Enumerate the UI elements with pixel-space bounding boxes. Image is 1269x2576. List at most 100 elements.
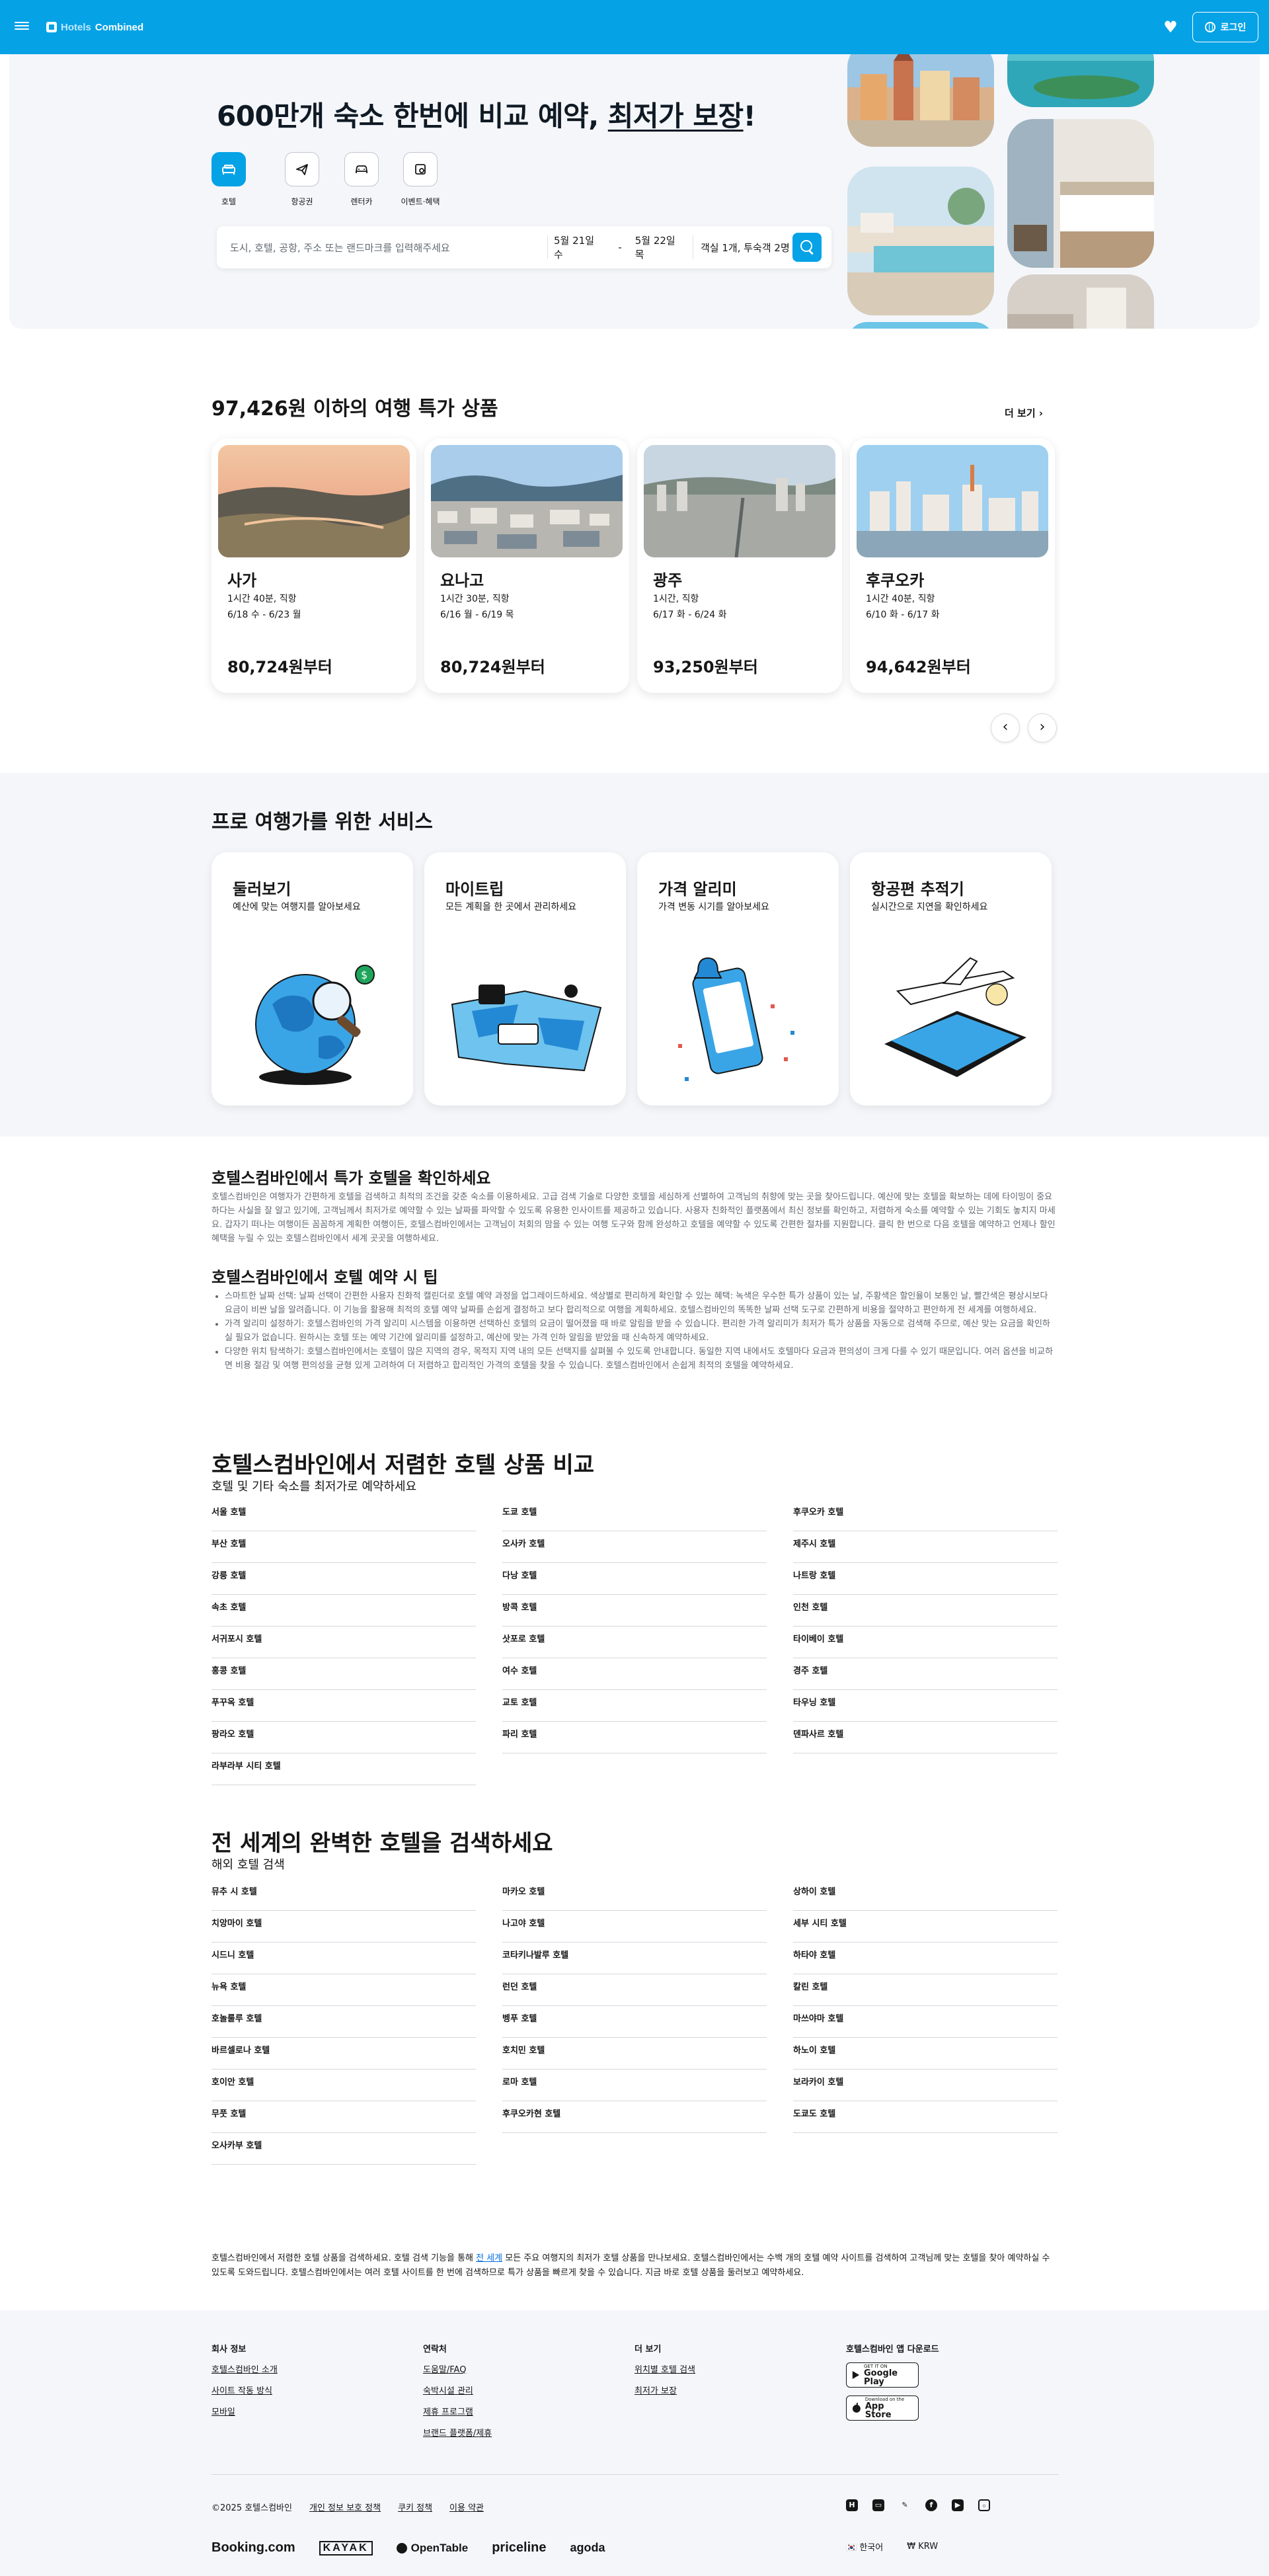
- hotel-link[interactable]: 마카오 호텔: [502, 1879, 767, 1911]
- footer-link[interactable]: 숙박시설 관리: [423, 2384, 492, 2396]
- hotel-link[interactable]: 타우닝 호텔: [793, 1690, 1058, 1722]
- footer-link[interactable]: 최저가 보장: [634, 2384, 695, 2396]
- opentable-logo[interactable]: OpenTable: [396, 2542, 468, 2555]
- footer-link[interactable]: 모바일: [212, 2405, 278, 2417]
- hotel-link[interactable]: 경주 호텔: [793, 1658, 1058, 1690]
- currency-selector[interactable]: ₩ KRW: [907, 2542, 938, 2552]
- hotel-link[interactable]: 타이베이 호텔: [793, 1627, 1058, 1658]
- hotel-link[interactable]: 벵푸 호텔: [502, 2006, 767, 2038]
- hotel-link[interactable]: 뮤추 시 호텔: [212, 1879, 476, 1911]
- hotel-link[interactable]: 제주시 호텔: [793, 1531, 1058, 1563]
- destination-input[interactable]: 도시, 호텔, 공항, 주소 또는 랜드마크를 입력해주세요: [230, 226, 541, 268]
- hotel-link[interactable]: 다낭 호텔: [502, 1563, 767, 1595]
- deal-card-gwangju[interactable]: 광주 1시간, 직항 6/17 화 - 6/24 화 93,250원부터: [637, 438, 842, 693]
- search-button[interactable]: [792, 233, 822, 262]
- date-range-field[interactable]: 5월 21일 수 - 5월 22일 목: [554, 226, 686, 268]
- heart-icon[interactable]: ♥: [1161, 18, 1180, 36]
- hotel-link[interactable]: 오사카부 호텔: [212, 2133, 476, 2165]
- tab-hotels[interactable]: 호텔: [202, 152, 255, 207]
- service-card-explore[interactable]: 둘러보기 예산에 맞는 여행지를 알아보세요 $: [212, 852, 413, 1106]
- hotel-link[interactable]: 로마 호텔: [502, 2070, 767, 2101]
- hotel-link[interactable]: 속초 호텔: [212, 1595, 476, 1627]
- hotel-link[interactable]: 런던 호텔: [502, 1974, 767, 2006]
- hotel-link[interactable]: 방콕 호텔: [502, 1595, 767, 1627]
- hotel-link[interactable]: 라부라부 시티 호텔: [212, 1753, 476, 1785]
- privacy-link[interactable]: 개인 정보 보호 정책: [309, 2501, 381, 2513]
- kayak-logo[interactable]: KAYAK: [319, 2540, 373, 2556]
- footer-link[interactable]: 호텔스컴바인 소개: [212, 2362, 278, 2375]
- footer-link[interactable]: 위치별 호텔 검색: [634, 2362, 695, 2375]
- hotel-link[interactable]: 오사카 호텔: [502, 1531, 767, 1563]
- hotel-link[interactable]: 바르셀로나 호텔: [212, 2038, 476, 2070]
- hotel-link[interactable]: 삿포로 호텔: [502, 1627, 767, 1658]
- tab-events[interactable]: 이벤트·혜택: [394, 152, 447, 207]
- hotel-link[interactable]: 치앙마이 호텔: [212, 1911, 476, 1943]
- hotel-link[interactable]: 강릉 호텔: [212, 1563, 476, 1595]
- hotel-link[interactable]: 후쿠오카현 호텔: [502, 2101, 767, 2133]
- tab-cars[interactable]: 렌터카: [335, 152, 388, 207]
- google-play-badge[interactable]: GET IT ON Google Play: [846, 2362, 919, 2388]
- hotel-link[interactable]: 마쓰야마 호텔: [793, 2006, 1058, 2038]
- youtube-icon[interactable]: ▶: [952, 2499, 964, 2511]
- hotel-link[interactable]: 호이안 호텔: [212, 2070, 476, 2101]
- hotel-link[interactable]: 상하이 호텔: [793, 1879, 1058, 1911]
- checkin-date[interactable]: 5월 21일 수: [554, 233, 605, 261]
- service-card-mytrip[interactable]: 마이트립 모든 계획을 한 곳에서 관리하세요: [424, 852, 626, 1106]
- checkout-date[interactable]: 5월 22일 목: [635, 233, 686, 261]
- hotel-link[interactable]: 호치민 호텔: [502, 2038, 767, 2070]
- hotel-link[interactable]: 서울 호텔: [212, 1500, 476, 1531]
- login-button[interactable]: 로그인: [1192, 12, 1258, 42]
- hotel-link[interactable]: 부산 호텔: [212, 1531, 476, 1563]
- hotel-link[interactable]: 하타야 호텔: [793, 1943, 1058, 1974]
- footer-link[interactable]: 제휴 프로그램: [423, 2405, 492, 2417]
- terms-link[interactable]: 이용 약관: [449, 2501, 484, 2513]
- hotel-link[interactable]: 나고야 호텔: [502, 1911, 767, 1943]
- hotel-link[interactable]: 파리 호텔: [502, 1722, 767, 1753]
- booking-logo[interactable]: Booking.com: [212, 2540, 295, 2556]
- hotel-link[interactable]: 인천 호텔: [793, 1595, 1058, 1627]
- hotel-link[interactable]: 칼린 호텔: [793, 1974, 1058, 2006]
- see-more-link[interactable]: 더 보기 ›: [1005, 406, 1043, 420]
- hotel-link[interactable]: 서귀포시 호텔: [212, 1627, 476, 1658]
- hotel-link[interactable]: 홍콩 호텔: [212, 1658, 476, 1690]
- hotel-link[interactable]: 도쿄도 호텔: [793, 2101, 1058, 2133]
- hotelscombined-social-icon[interactable]: H: [846, 2499, 858, 2511]
- hotel-link[interactable]: 나트랑 호텔: [793, 1563, 1058, 1595]
- agoda-logo[interactable]: agoda: [570, 2541, 605, 2555]
- hotel-link[interactable]: 푸꾸옥 호텔: [212, 1690, 476, 1722]
- hotel-link[interactable]: 시드니 호텔: [212, 1943, 476, 1974]
- service-card-flight-tracker[interactable]: 항공편 추적기 실시간으로 지연을 확인하세요: [850, 852, 1052, 1106]
- guests-field[interactable]: 객실 1개, 투숙객 2명: [701, 226, 800, 268]
- cookie-link[interactable]: 쿠키 정책: [398, 2501, 432, 2513]
- footer-link[interactable]: 사이트 작동 방식: [212, 2384, 278, 2396]
- chat-icon[interactable]: ▭: [872, 2499, 884, 2511]
- hotel-link[interactable]: 코타키나발루 호텔: [502, 1943, 767, 1974]
- deal-card-yonago[interactable]: 요나고 1시간 30분, 직항 6/16 월 - 6/19 목 80,724원부…: [424, 438, 629, 693]
- hotel-link[interactable]: 하노이 호텔: [793, 2038, 1058, 2070]
- priceline-logo[interactable]: priceline: [492, 2540, 546, 2556]
- deal-card-saga[interactable]: 사가 1시간 40분, 직항 6/18 수 - 6/23 월 80,724원부터: [212, 438, 416, 693]
- instagram-icon[interactable]: ◦: [978, 2499, 990, 2511]
- hotel-link[interactable]: 뉴욕 호텔: [212, 1974, 476, 2006]
- carousel-next-button[interactable]: ›: [1028, 713, 1057, 743]
- carousel-prev-button[interactable]: ‹: [991, 713, 1020, 743]
- hotel-link[interactable]: 후쿠오카 호텔: [793, 1500, 1058, 1531]
- hotel-link[interactable]: 무풋 호텔: [212, 2101, 476, 2133]
- hotel-link[interactable]: 교토 호텔: [502, 1690, 767, 1722]
- hotel-link[interactable]: 덴파사르 호텔: [793, 1722, 1058, 1753]
- app-store-badge[interactable]: Download on the App Store: [846, 2395, 919, 2421]
- service-card-price-alert[interactable]: 가격 알리미 가격 변동 시기를 알아보세요: [637, 852, 839, 1106]
- hotelscombined-logo[interactable]: Hotels Combined: [46, 19, 143, 36]
- deal-card-fukuoka[interactable]: 후쿠오카 1시간 40분, 직항 6/10 화 - 6/17 화 94,642원…: [850, 438, 1055, 693]
- hotel-link[interactable]: 보라카이 호텔: [793, 2070, 1058, 2101]
- facebook-icon[interactable]: f: [925, 2499, 937, 2511]
- hotel-link[interactable]: 여수 호텔: [502, 1658, 767, 1690]
- feather-icon[interactable]: ✎: [899, 2499, 911, 2511]
- hotel-link[interactable]: 도쿄 호텔: [502, 1500, 767, 1531]
- hamburger-menu-icon[interactable]: [15, 20, 29, 34]
- hotel-link[interactable]: 호놀룰루 호텔: [212, 2006, 476, 2038]
- country-selector[interactable]: 🇰🇷 한국어: [846, 2540, 883, 2553]
- hotel-link[interactable]: 세부 시티 호텔: [793, 1911, 1058, 1943]
- tab-flights[interactable]: 항공권: [276, 152, 328, 207]
- worldwide-link[interactable]: 전 세계: [476, 2253, 502, 2263]
